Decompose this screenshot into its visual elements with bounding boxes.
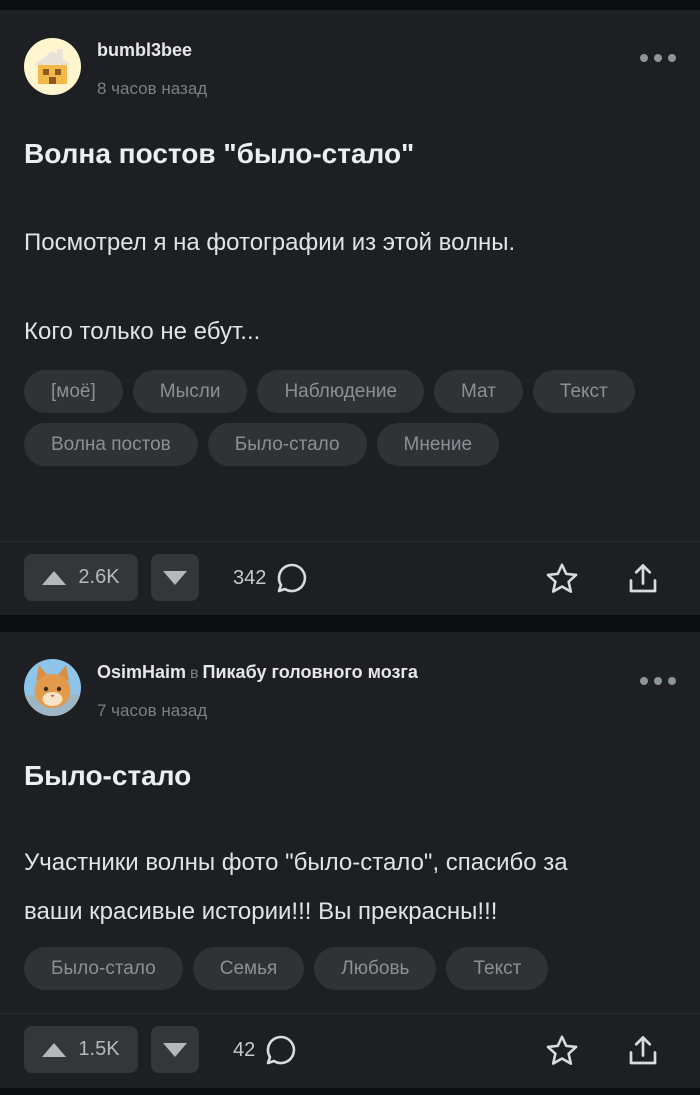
post-card: bumbl3bee 8 часов назад Волна постов "бы… xyxy=(0,10,700,615)
share-upload-icon[interactable] xyxy=(623,1031,663,1071)
tag-chip[interactable]: Семья xyxy=(192,947,305,990)
upvote-button[interactable]: 1.5K xyxy=(24,1026,138,1073)
author-avatar[interactable] xyxy=(24,659,81,716)
triangle-down-icon xyxy=(163,1042,187,1057)
triangle-up-icon xyxy=(42,1042,67,1057)
tag-chip[interactable]: Наблюдение xyxy=(257,370,425,413)
tag-chip[interactable]: Мат xyxy=(434,370,523,413)
tag-chip[interactable]: Текст xyxy=(446,947,549,990)
comments-button[interactable]: 342 xyxy=(233,562,308,594)
tag-chip[interactable]: Было-стало xyxy=(24,947,183,990)
share-upload-icon[interactable] xyxy=(623,559,663,599)
speech-bubble-icon xyxy=(278,563,307,593)
author-name[interactable]: bumbl3bee xyxy=(97,40,192,61)
upvote-button[interactable]: 2.6K xyxy=(24,554,138,601)
post-timestamp: 8 часов назад xyxy=(97,79,208,98)
post-card: OsimHaim в Пикабу головного мозга 7 часов … xyxy=(0,632,700,1088)
divider xyxy=(0,1013,700,1014)
more-dots-icon[interactable] xyxy=(640,54,676,62)
author-line: OsimHaim в Пикабу головного мозга xyxy=(97,662,418,683)
comment-count: 342 xyxy=(233,566,267,589)
community-link[interactable]: Пикабу головного мозга xyxy=(203,662,418,682)
tag-chip[interactable]: Текст xyxy=(532,370,635,413)
divider xyxy=(0,541,700,542)
upvote-count: 1.5K xyxy=(78,1038,120,1060)
tag-chip[interactable]: [моё] xyxy=(24,370,123,413)
tag-list: [моё] Мысли Наблюдение Мат Текст Волна п… xyxy=(24,370,674,466)
upvote-count: 2.6K xyxy=(78,566,120,588)
post-timestamp: 7 часов назад xyxy=(97,701,208,720)
comment-count: 42 xyxy=(233,1038,256,1061)
post-text-line: Участники волны фото "было-стало", спаси… xyxy=(24,849,568,876)
comments-button[interactable]: 42 xyxy=(233,1034,297,1066)
more-dots-icon[interactable] xyxy=(640,677,676,685)
star-icon[interactable] xyxy=(542,559,582,599)
post-text-line: ваши красивые истории!!! Вы прекрасны!!! xyxy=(24,898,498,925)
tag-list: Было-стало Семья Любовь Текст xyxy=(24,947,674,990)
post-title[interactable]: Волна постов "было-стало" xyxy=(24,138,414,170)
tag-chip[interactable]: Мнение xyxy=(376,423,500,466)
downvote-button[interactable] xyxy=(151,1026,199,1073)
downvote-button[interactable] xyxy=(151,554,199,601)
speech-bubble-icon xyxy=(266,1035,296,1065)
triangle-down-icon xyxy=(163,570,187,585)
tag-chip[interactable]: Любовь xyxy=(314,947,437,990)
post-text-line: Посмотрел я на фотографии из этой волны. xyxy=(24,229,516,256)
star-icon[interactable] xyxy=(542,1031,582,1071)
tag-chip[interactable]: Было-стало xyxy=(207,423,367,466)
post-text-line: Кого только не ебут... xyxy=(24,318,261,345)
author-username[interactable]: OsimHaim xyxy=(97,662,186,682)
community-prefix: в xyxy=(190,665,199,682)
post-title[interactable]: Было-стало xyxy=(24,760,191,792)
triangle-up-icon xyxy=(42,570,67,585)
tag-chip[interactable]: Мысли xyxy=(132,370,248,413)
author-avatar[interactable] xyxy=(24,38,81,95)
tag-chip[interactable]: Волна постов xyxy=(24,423,198,466)
author-username[interactable]: bumbl3bee xyxy=(97,40,192,60)
